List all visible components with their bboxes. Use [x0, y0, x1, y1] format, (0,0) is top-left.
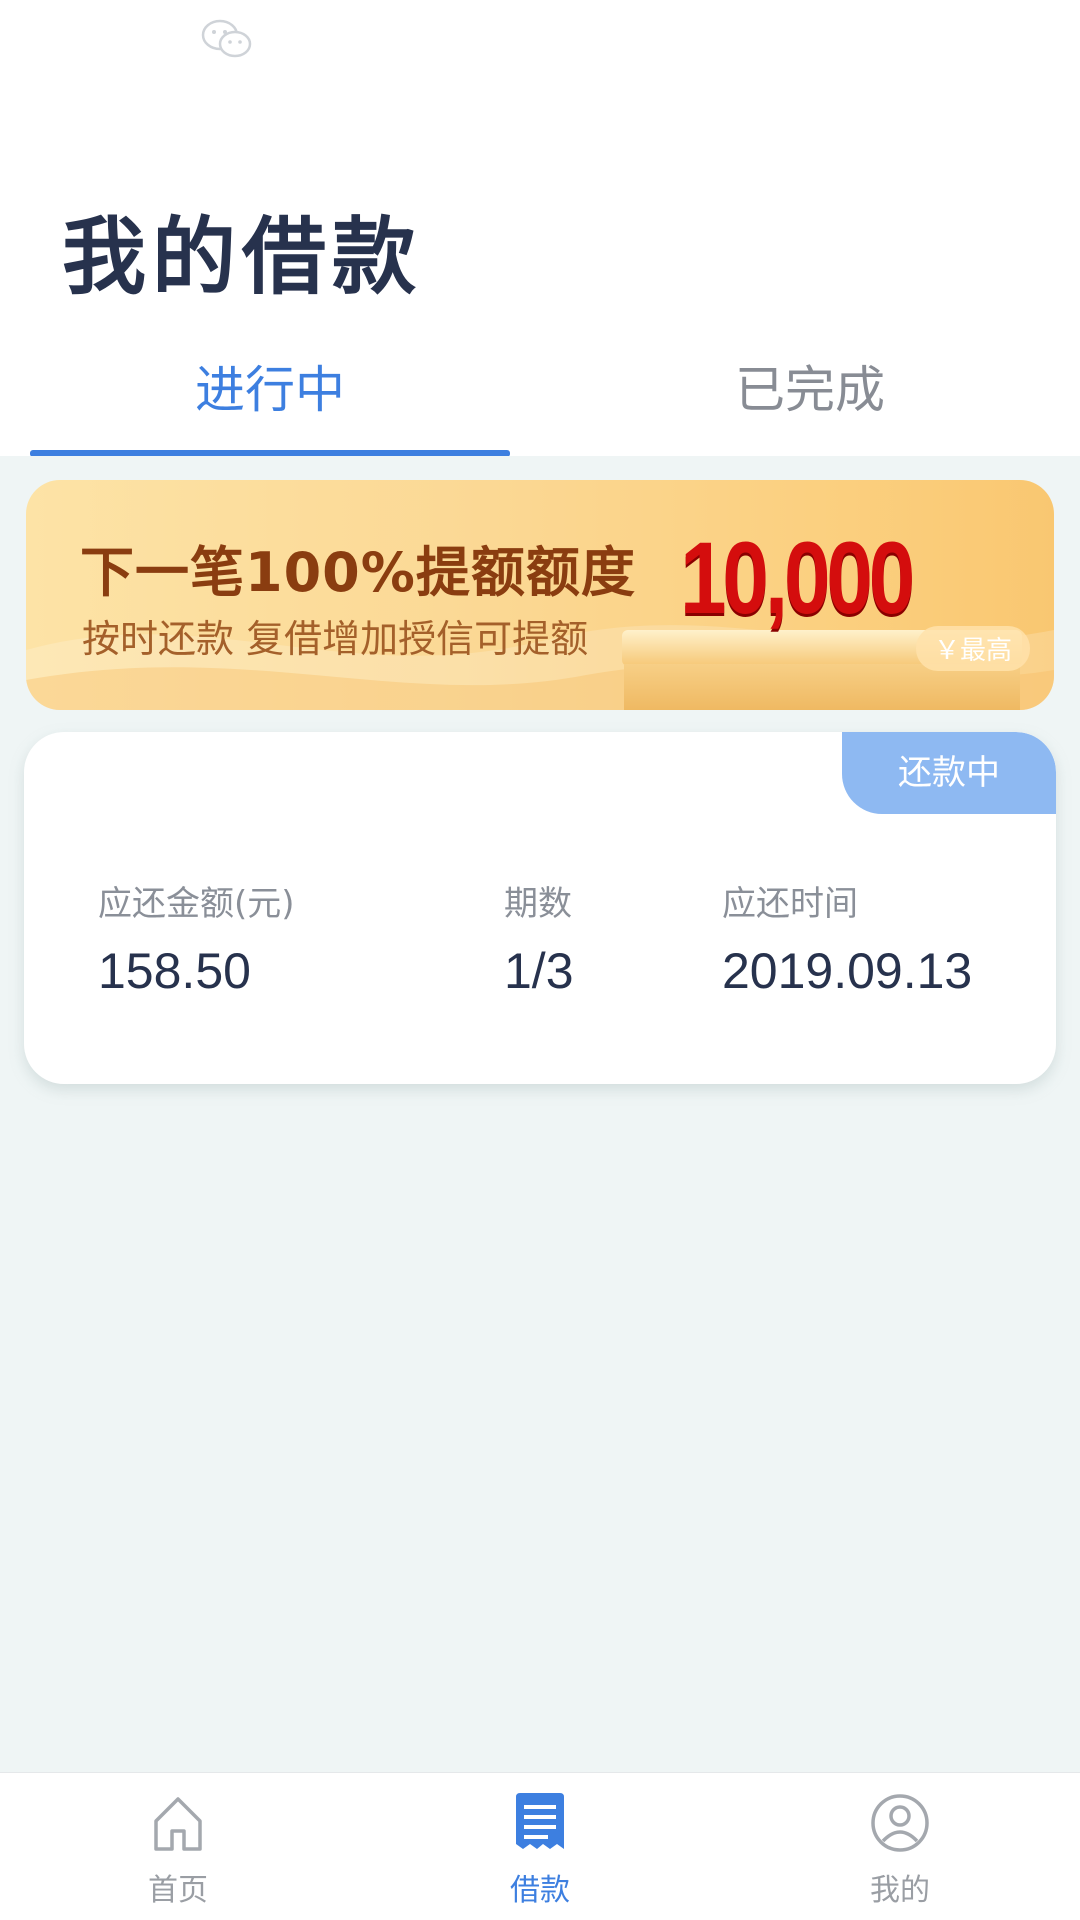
- nav-item-home[interactable]: 首页: [78, 1773, 278, 1920]
- nav-label-mine: 我的: [870, 1873, 930, 1908]
- nav-item-loan[interactable]: 借款: [440, 1773, 640, 1920]
- amount-due-value: 158.50: [98, 943, 251, 999]
- credit-increase-banner[interactable]: 下一笔100%提额额度 按时还款 复借增加授信可提额 10,000 ￥最高: [26, 480, 1054, 710]
- bottom-navigation: 首页 借款 我的: [0, 1772, 1080, 1920]
- banner-amount-tag: ￥最高: [916, 626, 1031, 671]
- main-content: 下一笔100%提额额度 按时还款 复借增加授信可提额 10,000 ￥最高 还款…: [0, 456, 1080, 1772]
- page-title: 我的借款: [62, 208, 423, 306]
- installment-value: 1/3: [504, 943, 574, 999]
- loan-document-icon: [516, 1793, 564, 1849]
- amount-due-label: 应还金额(元): [98, 884, 295, 924]
- loan-card[interactable]: 还款中 应还金额(元) 158.50 期数 1/3 应还时间 2019.09.1…: [24, 732, 1056, 1084]
- banner-headline: 下一笔100%提额额度: [80, 541, 636, 604]
- nav-label-home: 首页: [148, 1873, 208, 1908]
- wechat-icon: [201, 19, 252, 58]
- status-badge: 还款中: [842, 732, 1056, 814]
- tab-completed[interactable]: 已完成: [570, 340, 1050, 456]
- nav-label-loan: 借款: [510, 1873, 570, 1908]
- banner-subline: 按时还款 复借增加授信可提额: [82, 617, 589, 661]
- nav-item-mine[interactable]: 我的: [800, 1773, 1000, 1920]
- user-profile-icon: [871, 1794, 929, 1852]
- due-date-label: 应还时间: [722, 884, 858, 924]
- home-icon: [154, 1797, 202, 1851]
- due-date-value: 2019.09.13: [722, 943, 973, 999]
- banner-amount: 10,000: [680, 521, 915, 635]
- status-bar: [0, 0, 1080, 80]
- tab-in-progress[interactable]: 进行中: [30, 340, 510, 456]
- installment-label: 期数: [504, 884, 572, 924]
- loan-status-tabs: 进行中 已完成: [0, 340, 1080, 457]
